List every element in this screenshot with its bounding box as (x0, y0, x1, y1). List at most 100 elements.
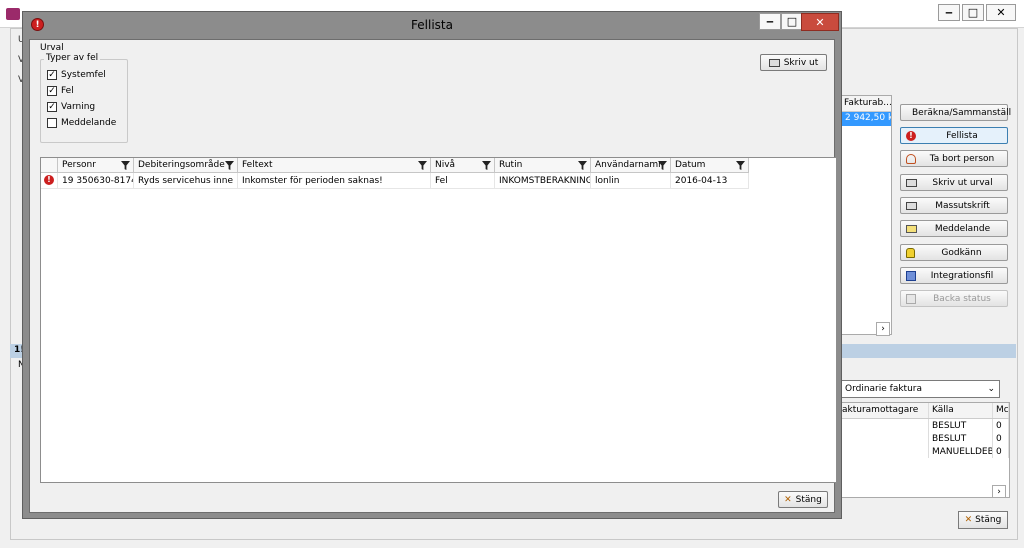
integrationsfil-button[interactable]: Integrationsfil (900, 267, 1008, 284)
filter-icon[interactable] (225, 161, 234, 170)
printer-icon (906, 178, 917, 187)
massutskrift-button[interactable]: Massutskrift (900, 197, 1008, 214)
source-col-header[interactable]: Källa (929, 403, 993, 418)
cell-debiteringsomrade: Ryds servicehus inne (134, 173, 238, 189)
table-cell (839, 445, 929, 458)
scroll-right-arrow[interactable]: › (876, 322, 890, 336)
printer-icon (906, 201, 917, 210)
urval-label: Urval (40, 43, 64, 53)
checkbox[interactable] (47, 118, 57, 128)
dialog-client-area: Urval Typer av fel ✓ Systemfel ✓ Fel ✓ V… (29, 39, 837, 513)
error-icon: ! (31, 18, 44, 31)
column-header-rutin[interactable]: Rutin (495, 158, 591, 173)
lock-icon (906, 247, 915, 258)
checkbox[interactable]: ✓ (47, 102, 57, 112)
printer-icon (768, 58, 780, 67)
table-cell (839, 432, 929, 445)
backa-status-button[interactable]: Backa status (900, 290, 1008, 307)
envelope-icon (906, 224, 917, 233)
source-table-header: akturamottagare Källa Mc (839, 403, 1009, 419)
column-header-label: Debiteringsområde (138, 160, 225, 170)
cell-personr: 19 350630-8174 (58, 173, 134, 189)
error-icon: ! (906, 130, 916, 141)
cell-feltext: Inkomster för perioden saknas! (238, 173, 431, 189)
column-header-datum[interactable]: Datum (671, 158, 749, 173)
cell-rutin: INKOMSTBERAKNING (495, 173, 591, 189)
column-header-debiteringsomrade[interactable]: Debiteringsområde (134, 158, 238, 173)
table-row[interactable]: BESLUT 0 (839, 419, 1009, 432)
table-cell: 0 (993, 432, 1009, 445)
table-cell: 0 (993, 419, 1009, 432)
remove-person-icon (906, 153, 916, 164)
cell-datum: 2016-04-13 (671, 173, 749, 189)
checkbox-label: Systemfel (61, 70, 106, 80)
meddelande-button[interactable]: Meddelande (900, 220, 1008, 237)
filter-icon[interactable] (121, 161, 130, 170)
close-icon: ✕ (784, 494, 792, 505)
ta-bort-person-button[interactable]: Ta bort person (900, 150, 1008, 167)
source-table[interactable]: akturamottagare Källa Mc BESLUT 0 BESLUT… (838, 402, 1010, 498)
grid-header: Personr Debiteringsområde Feltext Nivå R… (41, 158, 749, 173)
column-header-feltext[interactable]: Feltext (238, 158, 431, 173)
parent-list[interactable] (840, 95, 892, 335)
checkbox[interactable]: ✓ (47, 70, 57, 80)
cell-anvandarnamn: lonlin (591, 173, 671, 189)
parent-list-selected-row[interactable]: 2 942,50 k (841, 112, 891, 126)
chevron-down-icon: ⌄ (987, 384, 995, 394)
checkbox-varning[interactable]: ✓ Varning (47, 99, 95, 115)
dialog-close-button[interactable]: ✕ (801, 13, 839, 31)
scroll-right-arrow[interactable]: › (992, 485, 1006, 498)
filter-icon[interactable] (578, 161, 587, 170)
parent-list-header[interactable]: Fakturab... (841, 96, 891, 112)
invoice-type-select[interactable]: Ordinarie faktura ⌄ (840, 380, 1000, 398)
table-row[interactable]: MANUELLDEB 0 (839, 445, 1009, 458)
dialog-stang-button[interactable]: ✕ Stäng (778, 491, 828, 508)
source-col-header[interactable]: akturamottagare (839, 403, 929, 418)
parent-stang-button[interactable]: ✕ Stäng (958, 511, 1008, 529)
stang-label: Stäng (795, 494, 822, 505)
grid-icon-column-header (41, 158, 58, 173)
checkbox-systemfel[interactable]: ✓ Systemfel (47, 67, 106, 83)
filter-icon[interactable] (736, 161, 745, 170)
checkbox[interactable]: ✓ (47, 86, 57, 96)
error-grid[interactable]: Personr Debiteringsområde Feltext Nivå R… (40, 157, 837, 483)
filter-icon[interactable] (482, 161, 491, 170)
table-cell: BESLUT (929, 432, 993, 445)
checkbox-meddelande[interactable]: Meddelande (47, 115, 116, 131)
column-header-anvandarnamn[interactable]: Användarnamn (591, 158, 671, 173)
parent-close-button[interactable]: ✕ (986, 4, 1016, 21)
fellista-dialog: Fellista ! ‒ □ ✕ Urval Typer av fel ✓ Sy… (22, 11, 842, 519)
column-header-label: Rutin (499, 160, 523, 170)
error-icon: ! (44, 175, 54, 185)
parent-maximize-button[interactable]: □ (962, 4, 984, 21)
godkann-button[interactable]: Godkänn (900, 244, 1008, 261)
fellista-button[interactable]: ! Fellista (900, 127, 1008, 144)
source-col-header[interactable]: Mc (993, 403, 1009, 418)
checkbox-fel[interactable]: ✓ Fel (47, 83, 74, 99)
skriv-ut-urval-button[interactable]: Skriv ut urval (900, 174, 1008, 191)
table-row[interactable]: ! 19 350630-8174 Ryds servicehus inne In… (41, 173, 749, 189)
column-header-label: Personr (62, 160, 96, 170)
filter-icon[interactable] (418, 161, 427, 170)
export-icon (906, 270, 916, 281)
table-row[interactable]: BESLUT 0 (839, 432, 1009, 445)
column-header-niva[interactable]: Nivå (431, 158, 495, 173)
dialog-title: Fellista (411, 18, 453, 32)
column-header-label: Datum (675, 160, 706, 170)
cell-niva: Fel (431, 173, 495, 189)
dialog-minimize-button[interactable]: ‒ (759, 13, 781, 30)
skriv-ut-button[interactable]: Skriv ut (760, 54, 827, 71)
close-icon: ✕ (964, 515, 973, 525)
berakna-sammanstall-button[interactable]: Beräkna/Sammanställ (900, 104, 1011, 121)
invoice-type-value: Ordinarie faktura (845, 384, 923, 394)
skriv-ut-label: Skriv ut (783, 57, 819, 68)
checkbox-label: Meddelande (61, 118, 117, 128)
row-status-cell: ! (41, 173, 58, 189)
filter-icon[interactable] (658, 161, 667, 170)
dialog-maximize-button[interactable]: □ (781, 13, 803, 30)
checkbox-label: Fel (61, 86, 74, 96)
table-cell: BESLUT (929, 419, 993, 432)
column-header-personr[interactable]: Personr (58, 158, 134, 173)
parent-minimize-button[interactable]: ‒ (938, 4, 960, 21)
column-header-label: Användarnamn (595, 160, 664, 170)
